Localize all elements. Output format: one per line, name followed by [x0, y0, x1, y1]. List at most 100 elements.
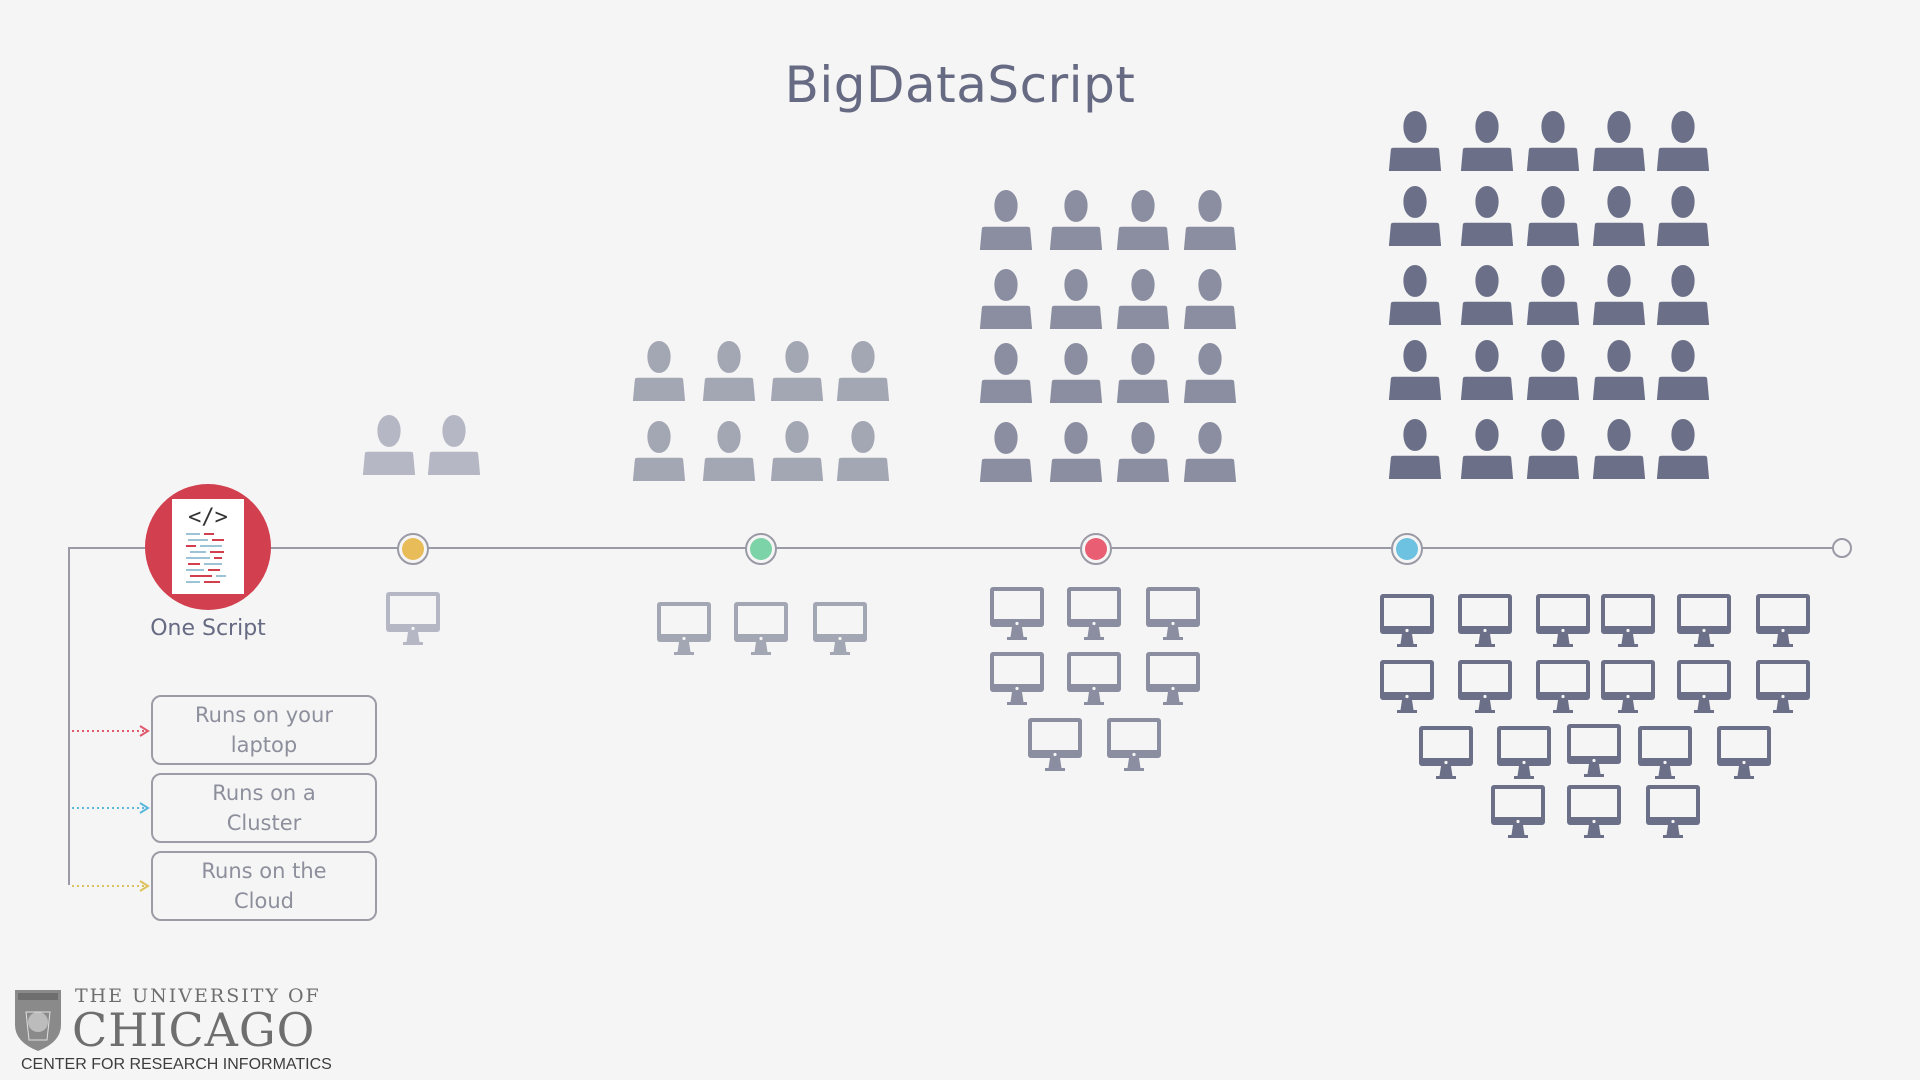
person-icon [1460, 111, 1514, 171]
person-icon [1388, 340, 1442, 400]
person-icon [1526, 419, 1580, 479]
computer-icon [1756, 660, 1810, 713]
people-icons [362, 111, 1710, 482]
runs-on-laptop-box: Runs on your laptop [151, 695, 377, 765]
person-icon [979, 343, 1033, 403]
person-icon [836, 421, 890, 481]
person-icon [1592, 419, 1646, 479]
code-line [212, 539, 224, 541]
person-icon [1656, 111, 1710, 171]
computer-icon [1028, 718, 1082, 771]
computer-icon [1646, 785, 1700, 838]
runs-on-cloud-box: Runs on the Cloud [151, 851, 377, 921]
person-icon [1592, 265, 1646, 325]
person-icon [1460, 340, 1514, 400]
computer-icon [1107, 718, 1161, 771]
code-symbol: </> [188, 505, 228, 530]
person-icon [1388, 265, 1442, 325]
computer-icon [1567, 785, 1621, 838]
person-icon [1460, 419, 1514, 479]
person-icon [1388, 419, 1442, 479]
computer-icon [1067, 652, 1121, 705]
person-icon [1049, 190, 1103, 250]
code-line [186, 569, 204, 571]
computer-icon [1756, 594, 1810, 647]
person-icon [1656, 265, 1710, 325]
person-icon [1526, 186, 1580, 246]
person-icon [1592, 340, 1646, 400]
person-icon [1460, 186, 1514, 246]
code-line [204, 533, 214, 535]
person-icon [1526, 265, 1580, 325]
person-icon [1049, 269, 1103, 329]
code-line [188, 563, 200, 565]
person-icon [1388, 111, 1442, 171]
code-line [186, 581, 200, 583]
person-icon [1656, 340, 1710, 400]
person-icon [770, 421, 824, 481]
computer-icon [1419, 726, 1473, 779]
person-icon [979, 190, 1033, 250]
run-arrows [72, 725, 150, 892]
logo-chicago: CHICAGO [72, 1003, 316, 1057]
computer-icon [1567, 724, 1621, 777]
computer-icon [1491, 785, 1545, 838]
person-icon [1116, 343, 1170, 403]
computer-icons [386, 587, 1810, 838]
person-icon [1592, 186, 1646, 246]
person-icon [702, 341, 756, 401]
person-icon [427, 415, 481, 475]
code-line [186, 545, 196, 547]
person-icon [632, 341, 686, 401]
timeline-end-marker [1832, 538, 1852, 558]
code-line [190, 551, 206, 553]
computer-icon [1146, 652, 1200, 705]
milestone-dot [402, 538, 424, 560]
computer-icon [1146, 587, 1200, 640]
computer-icon [1380, 660, 1434, 713]
person-icon [1049, 343, 1103, 403]
code-line [204, 581, 220, 583]
code-lines [186, 533, 226, 583]
person-icon [770, 341, 824, 401]
person-icon [702, 421, 756, 481]
computer-icon [990, 587, 1044, 640]
person-icon [1183, 269, 1237, 329]
computer-icon [734, 602, 788, 655]
computer-icon [1380, 594, 1434, 647]
person-icon [1116, 269, 1170, 329]
university-shield-logo [15, 990, 61, 1051]
code-line [214, 557, 222, 559]
milestone-dot [750, 538, 772, 560]
computer-icon [1601, 594, 1655, 647]
person-icon [1116, 422, 1170, 482]
computer-icon [1536, 660, 1590, 713]
person-icon [1526, 340, 1580, 400]
computer-icon [1717, 726, 1771, 779]
computer-icon [1067, 587, 1121, 640]
logo-center-name: CENTER FOR RESEARCH INFORMATICS [21, 1056, 332, 1073]
person-icon [1049, 422, 1103, 482]
milestone-dot [1085, 538, 1107, 560]
computer-icon [1638, 726, 1692, 779]
computer-icon [1677, 594, 1731, 647]
person-icon [1388, 186, 1442, 246]
person-icon [1656, 186, 1710, 246]
code-line [210, 551, 224, 553]
person-icon [836, 341, 890, 401]
code-line [200, 545, 222, 547]
computer-icon [657, 602, 711, 655]
code-line [208, 569, 220, 571]
computer-icon [1458, 594, 1512, 647]
computer-icon [1536, 594, 1590, 647]
person-icon [1656, 419, 1710, 479]
computer-icon [1677, 660, 1731, 713]
computer-icon [386, 592, 440, 645]
person-icon [1526, 111, 1580, 171]
person-icon [979, 422, 1033, 482]
computer-icon [1497, 726, 1551, 779]
person-icon [1116, 190, 1170, 250]
code-line [190, 575, 212, 577]
milestone-dot [1396, 538, 1418, 560]
computer-icon [1458, 660, 1512, 713]
